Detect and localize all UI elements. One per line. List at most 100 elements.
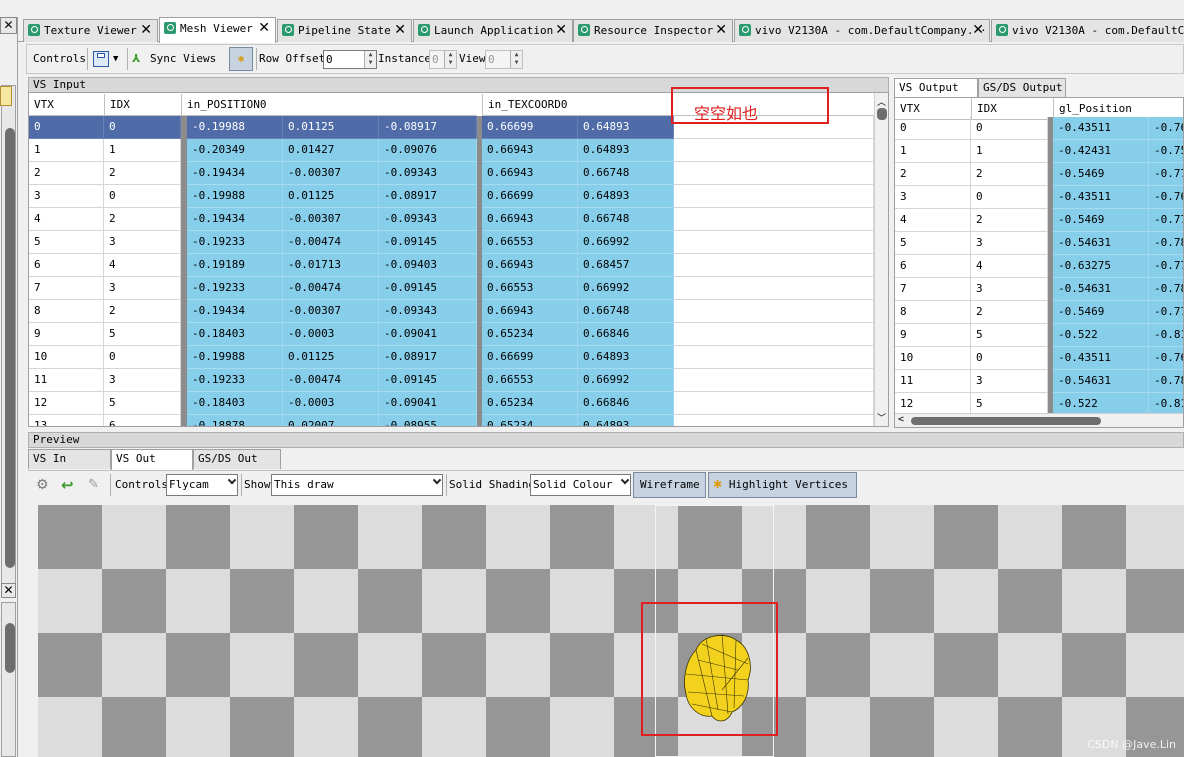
table-cell[interactable]: -0.18878 (187, 415, 283, 426)
table-cell[interactable]: 0 (971, 117, 1048, 140)
close-icon[interactable]: ✕ (0, 17, 17, 34)
column-header-position[interactable]: in_POSITION0 (181, 94, 477, 116)
chevron-down-icon[interactable]: ▼ (113, 48, 118, 70)
table-cell[interactable]: 1 (29, 139, 104, 162)
table-cell[interactable]: 5 (971, 324, 1048, 347)
view-input[interactable]: 0 ▲ ▼ (485, 50, 523, 69)
pick-icon[interactable]: ✎ (88, 474, 99, 496)
shading-select[interactable]: Solid Colour (530, 474, 631, 496)
table-cell[interactable]: -0.75 (1149, 140, 1183, 163)
table-cell[interactable]: 0.64893 (578, 185, 674, 208)
table-cell[interactable]: 0.66846 (578, 392, 674, 415)
table-cell[interactable]: -0.522 (1053, 324, 1149, 347)
table-cell[interactable]: 0.64893 (578, 415, 674, 426)
table-cell[interactable]: -0.43511 (1053, 347, 1149, 370)
table-cell[interactable]: 10 (29, 346, 104, 369)
empty-cell[interactable] (674, 208, 874, 231)
table-cell[interactable]: 2 (971, 209, 1048, 232)
table-cell[interactable]: -0.09403 (379, 254, 477, 277)
table-cell[interactable]: 9 (29, 323, 104, 346)
table-cell[interactable]: 0.66699 (482, 346, 578, 369)
vs-input-scrollbar[interactable]: ︿ ﹀ (874, 93, 888, 426)
empty-cell[interactable] (674, 369, 874, 392)
scroll-thumb[interactable] (911, 417, 1101, 425)
table-cell[interactable]: -0.78 (1149, 370, 1183, 393)
close-icon[interactable]: ✕ (972, 20, 984, 41)
reset-camera-icon[interactable]: ↩ (61, 474, 74, 496)
tab-mesh-viewer[interactable]: Mesh Viewer ✕ (159, 17, 276, 43)
table-cell[interactable]: -0.19988 (187, 116, 283, 139)
preview-viewport[interactable]: CSDN @Jave.Lin (38, 505, 1184, 757)
tab-vs-output[interactable]: VS Output (894, 78, 978, 99)
table-cell[interactable]: -0.19434 (187, 300, 283, 323)
table-cell[interactable]: -0.19233 (187, 369, 283, 392)
table-cell[interactable]: 2 (104, 208, 181, 231)
dock-scrollbar-lower[interactable] (1, 602, 16, 757)
table-cell[interactable]: 2 (971, 163, 1048, 186)
table-cell[interactable]: 0.66943 (482, 254, 578, 277)
table-cell[interactable]: 3 (104, 369, 181, 392)
table-cell[interactable]: 0 (104, 185, 181, 208)
tab-vs-out[interactable]: VS Out (111, 449, 193, 470)
tab-pipeline-state[interactable]: Pipeline State ✕ (277, 19, 412, 42)
table-cell[interactable]: 6 (29, 254, 104, 277)
table-cell[interactable]: -0.77 (1149, 163, 1183, 186)
table-cell[interactable]: 0.66992 (578, 231, 674, 254)
table-cell[interactable]: 0 (104, 346, 181, 369)
table-cell[interactable]: 0.01125 (283, 116, 379, 139)
table-cell[interactable]: -0.76 (1149, 347, 1183, 370)
empty-cell[interactable] (674, 254, 874, 277)
table-cell[interactable]: 0.66846 (578, 323, 674, 346)
table-cell[interactable]: -0.19189 (187, 254, 283, 277)
table-cell[interactable]: 3 (971, 370, 1048, 393)
table-cell[interactable]: 0.66699 (482, 116, 578, 139)
table-cell[interactable]: -0.76 (1149, 186, 1183, 209)
table-cell[interactable]: 0.66748 (578, 208, 674, 231)
table-cell[interactable]: -0.08917 (379, 346, 477, 369)
scroll-thumb[interactable] (877, 108, 887, 120)
table-cell[interactable]: 5 (895, 232, 971, 255)
close-icon[interactable]: ✕ (1, 583, 16, 598)
table-cell[interactable]: 0.65234 (482, 392, 578, 415)
table-cell[interactable]: 5 (104, 323, 181, 346)
table-cell[interactable]: 0.64893 (578, 139, 674, 162)
table-cell[interactable]: -0.09343 (379, 300, 477, 323)
table-cell[interactable]: 0.66553 (482, 369, 578, 392)
table-cell[interactable]: 0.65234 (482, 323, 578, 346)
table-cell[interactable]: 0.01125 (283, 185, 379, 208)
dock-scroll-thumb[interactable] (5, 128, 15, 568)
table-cell[interactable]: 2 (104, 300, 181, 323)
table-cell[interactable]: 1 (104, 139, 181, 162)
tab-capture-1[interactable]: vivo V2130A - com.DefaultCompany.··· ✕ (734, 19, 990, 42)
table-cell[interactable]: -0.00474 (283, 277, 379, 300)
table-cell[interactable]: 0.66943 (482, 300, 578, 323)
table-cell[interactable]: 0 (971, 186, 1048, 209)
table-cell[interactable]: 0.01427 (283, 139, 379, 162)
table-cell[interactable]: 7 (895, 278, 971, 301)
table-cell[interactable]: -0.00307 (283, 300, 379, 323)
tab-gsds-out[interactable]: GS/DS Out (193, 449, 281, 469)
wireframe-button[interactable]: Wireframe (633, 472, 706, 498)
controls-select[interactable]: Flycam (166, 474, 238, 496)
table-cell[interactable]: -0.09041 (379, 392, 477, 415)
empty-cell[interactable] (674, 346, 874, 369)
table-cell[interactable]: 9 (895, 324, 971, 347)
table-cell[interactable]: -0.00307 (283, 208, 379, 231)
table-cell[interactable]: -0.77 (1149, 301, 1183, 324)
table-cell[interactable]: -0.09145 (379, 369, 477, 392)
table-cell[interactable]: 3 (895, 186, 971, 209)
highlight-vertices-button[interactable]: ✱ Highlight Vertices (708, 472, 857, 498)
table-cell[interactable]: 4 (895, 209, 971, 232)
highlight-toggle-button[interactable]: ✱ (229, 47, 253, 71)
table-cell[interactable]: 6 (104, 415, 181, 426)
table-cell[interactable]: 12 (29, 392, 104, 415)
table-cell[interactable]: -0.54631 (1053, 232, 1149, 255)
table-cell[interactable]: 0.64893 (578, 116, 674, 139)
sync-views-button[interactable]: Sync Views (150, 48, 216, 70)
tab-vs-in[interactable]: VS In (28, 449, 111, 469)
tab-resource-inspector[interactable]: Resource Inspector ✕ (573, 19, 733, 42)
close-icon[interactable]: ✕ (555, 20, 567, 41)
sync-icon[interactable]: ⅄ (132, 48, 140, 70)
spin-arrows-icon[interactable]: ▲ ▼ (444, 51, 456, 68)
table-cell[interactable]: 1 (895, 140, 971, 163)
